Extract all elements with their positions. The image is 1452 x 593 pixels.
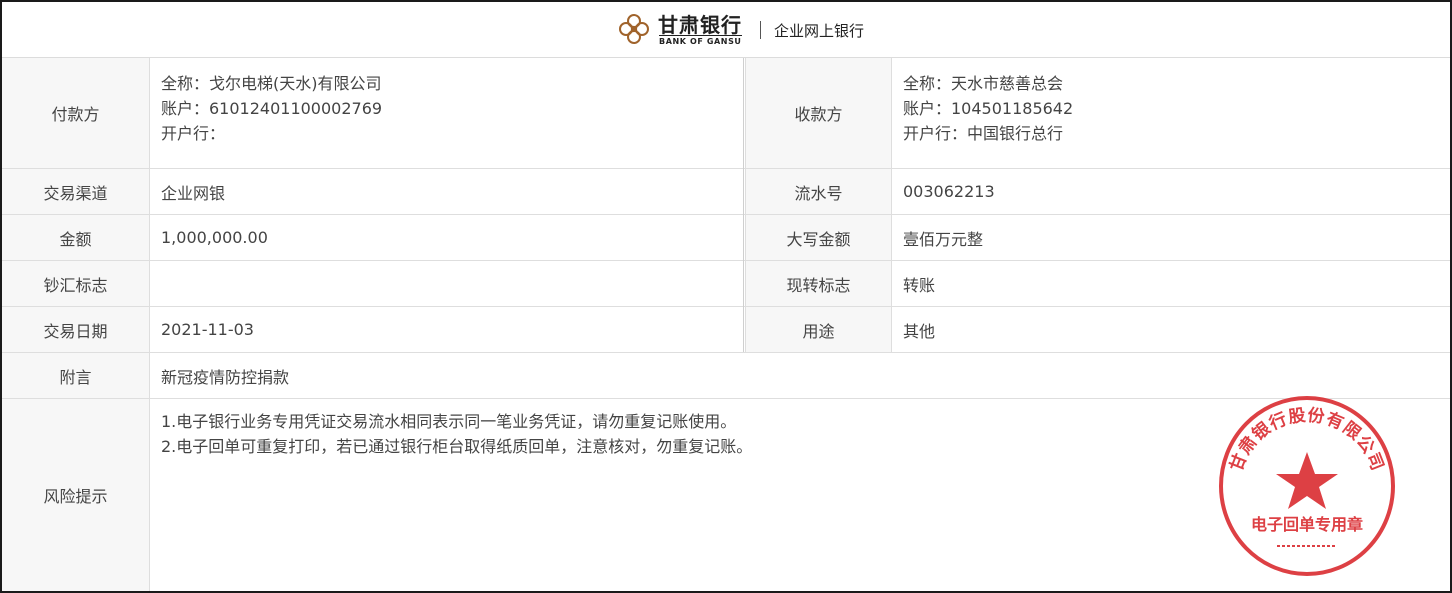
grid-line <box>2 214 1450 215</box>
amount-upper-label: 大写金额 <box>746 215 891 260</box>
purpose-value: 其他 <box>892 307 1450 352</box>
grid-line <box>149 58 150 591</box>
amount-upper-value: 壹佰万元整 <box>892 215 1450 260</box>
memo-label: 附言 <box>2 353 149 398</box>
channel-label: 交易渠道 <box>2 169 149 214</box>
grid-line <box>743 58 744 352</box>
header-separator <box>760 21 761 39</box>
risk-line-1: 1.电子银行业务专用凭证交易流水相同表示同一笔业务凭证，请勿重复记账使用。 <box>161 412 737 431</box>
purpose-label: 用途 <box>746 307 891 352</box>
grid-line <box>2 306 1450 307</box>
risk-line-2: 2.电子回单可重复打印，若已通过银行柜台取得纸质回单，注意核对，勿重复记账。 <box>161 437 753 456</box>
bank-name-en: BANK OF GANSU <box>659 35 742 46</box>
payee-account: 账户：104501185642 <box>903 99 1074 118</box>
serial-label: 流水号 <box>746 169 891 214</box>
receipt-header: 甘肃银行 BANK OF GANSU 企业网上银行 <box>2 2 1450 58</box>
risk-label: 风险提示 <box>2 399 149 591</box>
header-subtitle: 企业网上银行 <box>774 22 865 40</box>
transfer-flag-value: 转账 <box>892 261 1450 306</box>
channel-value: 企业网银 <box>150 169 743 214</box>
bank-name-cn: 甘肃银行 <box>658 13 742 37</box>
serial-value: 003062213 <box>892 169 1450 214</box>
official-seal-stamp: 甘肃银行股份有限公司 电子回单专用章 <box>1219 396 1395 576</box>
grid-line <box>2 260 1450 261</box>
amount-value: 1,000,000.00 <box>150 215 743 260</box>
payer-info: 全称：戈尔电梯(天水)有限公司 账户：61012401100002769 开户行… <box>150 58 743 168</box>
payer-bank: 开户行： <box>161 124 226 143</box>
grid-line <box>2 168 1450 169</box>
grid-line <box>2 352 1450 353</box>
grid-line <box>891 58 892 352</box>
transfer-flag-label: 现转标志 <box>746 261 891 306</box>
payer-label: 付款方 <box>2 58 149 168</box>
currency-flag-label: 钞汇标志 <box>2 261 149 306</box>
payer-full-name: 全称：戈尔电梯(天水)有限公司 <box>161 74 382 93</box>
currency-flag-value <box>150 261 743 306</box>
grid-line <box>745 58 746 352</box>
payee-full-name: 全称：天水市慈善总会 <box>903 74 1064 93</box>
payer-account: 账户：61012401100002769 <box>161 99 383 118</box>
payee-bank: 开户行：中国银行总行 <box>903 124 1064 143</box>
svg-text:电子回单专用章: 电子回单专用章 <box>1251 515 1363 534</box>
date-label: 交易日期 <box>2 307 149 352</box>
date-value: 2021-11-03 <box>150 307 743 352</box>
payee-label: 收款方 <box>746 58 891 168</box>
amount-label: 金额 <box>2 215 149 260</box>
payee-info: 全称：天水市慈善总会 账户：104501185642 开户行：中国银行总行 <box>892 58 1450 168</box>
receipt-frame: 甘肃银行 BANK OF GANSU 企业网上银行 付款方 全称：戈尔电梯(天水… <box>0 0 1452 593</box>
bank-logo-icon <box>619 14 649 44</box>
memo-value: 新冠疫情防控捐款 <box>150 353 1450 398</box>
